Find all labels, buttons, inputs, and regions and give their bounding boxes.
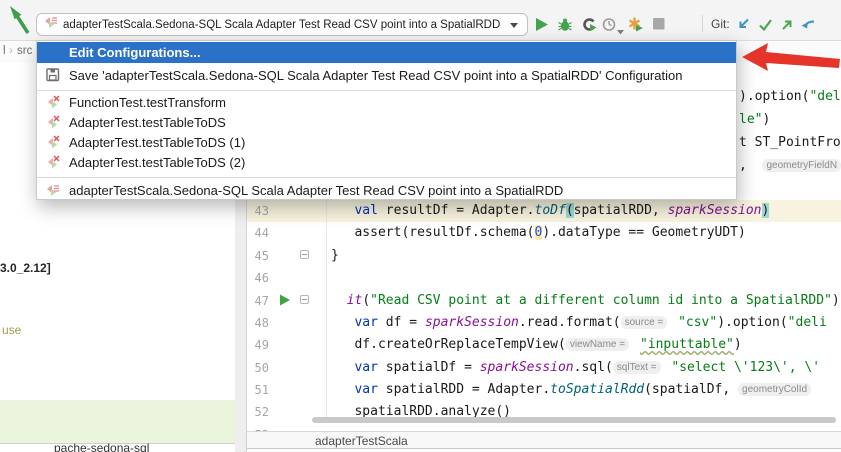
green-arrow-annotation: [4, 3, 34, 42]
run-configuration-label: adapterTestScala.Sedona-SQL Scala Adapte…: [63, 19, 503, 31]
project-selection-highlight: [0, 400, 235, 443]
line-number: 48: [243, 312, 269, 334]
toolbar-separator: [702, 15, 703, 32]
menu-item-adaptertest-testtabletods-2[interactable]: AdapterTest.testTableToDS (2): [37, 152, 736, 172]
line-number: 50: [243, 357, 269, 379]
code-line-47[interactable]: it("Read CSV point at a different column…: [331, 290, 840, 312]
line-number: 44: [243, 222, 269, 244]
line-number: 45: [243, 245, 269, 267]
profiler-button[interactable]: [602, 17, 617, 32]
menu-separator: [37, 177, 736, 178]
line-number: 51: [243, 379, 269, 401]
line-number: 49: [243, 334, 269, 356]
breadcrumb-chevron-icon: ›: [9, 45, 13, 57]
run-button[interactable]: [535, 17, 550, 32]
scalatest-icon: [46, 183, 60, 197]
fold-marker-icon[interactable]: [300, 250, 309, 259]
git-update-button[interactable]: [736, 17, 751, 32]
code-line-44[interactable]: assert(resultDf.schema(0).dataType == Ge…: [331, 222, 746, 244]
debug-button[interactable]: [558, 17, 573, 32]
code-line-45[interactable]: }: [331, 245, 339, 267]
test-failed-icon: [46, 115, 60, 129]
line-number: 46: [243, 267, 269, 289]
menu-item-edit-configurations[interactable]: Edit Configurations...: [37, 42, 736, 63]
horizontal-scrollbar[interactable]: [312, 417, 836, 423]
code-fragment[interactable]: le"): [739, 109, 770, 131]
statusbar-path: pache-sedona-sql: [54, 441, 149, 452]
test-failed-icon: [46, 95, 60, 109]
test-failed-icon: [46, 135, 60, 149]
line-number: 47: [243, 290, 269, 312]
code-line-51[interactable]: var spatialRDD = Adapter.toSpatialRdd(sp…: [331, 379, 814, 401]
menu-item-functiontest-testtransform[interactable]: FunctionTest.testTransform: [37, 92, 736, 112]
code-fragment[interactable]: , geometryFieldN: [739, 155, 841, 177]
breadcrumb-src[interactable]: src: [17, 45, 32, 57]
editor-breadcrumb[interactable]: adapterTestScala: [315, 434, 408, 448]
menu-separator: [37, 90, 736, 91]
git-label: Git:: [711, 17, 730, 31]
code-line-49[interactable]: df.createOrReplaceTempView(viewName = "i…: [331, 334, 742, 356]
run-with-profiler-button[interactable]: [628, 17, 643, 32]
code-line-48[interactable]: var df = sparkSession.read.format(source…: [331, 312, 827, 334]
code-line-50[interactable]: var spatialDf = sparkSession.sql(sqlText…: [331, 357, 820, 379]
menu-item-save-configuration[interactable]: Save 'adapterTestScala.Sedona-SQL Scala …: [37, 63, 736, 87]
line-number: 43: [243, 200, 269, 222]
run-configuration-select[interactable]: adapterTestScala.Sedona-SQL Scala Adapte…: [36, 13, 528, 36]
stop-button: [652, 17, 667, 32]
git-push-button[interactable]: [780, 17, 795, 32]
git-commit-button[interactable]: [758, 17, 773, 32]
project-module-name: 3.0_2.12]: [0, 261, 51, 275]
code-fragment[interactable]: t ST_PointFro: [739, 132, 841, 154]
test-failed-icon: [46, 155, 60, 169]
run-test-gutter-icon[interactable]: [279, 293, 291, 311]
save-icon: [46, 68, 60, 82]
menu-item-adaptertest-testtabletods[interactable]: AdapterTest.testTableToDS: [37, 112, 736, 132]
project-excluded-folder[interactable]: use: [2, 323, 21, 337]
line-number: 52: [243, 401, 269, 423]
fold-marker-icon[interactable]: [300, 295, 309, 304]
run-configurations-menu: Edit Configurations... Save 'adapterTest…: [36, 40, 737, 200]
chevron-down-icon: [510, 16, 519, 34]
red-arrow-annotation: [738, 38, 841, 83]
breadcrumb-fragment: l: [3, 45, 6, 57]
code-fragment[interactable]: ).option("deli: [739, 86, 841, 108]
run-with-coverage-button[interactable]: [582, 17, 597, 32]
code-line-43[interactable]: val resultDf = Adapter.toDf(spatialRDD, …: [331, 200, 769, 222]
scalatest-config-icon: [44, 15, 58, 34]
ide-window: geospark-parent — adapterTestScala.scala…: [0, 0, 841, 452]
menu-item-adaptertest-testtabletods-1[interactable]: AdapterTest.testTableToDS (1): [37, 132, 736, 152]
menu-item-adaptertestscala-config[interactable]: adapterTestScala.Sedona-SQL Scala Adapte…: [37, 180, 736, 200]
git-rollback-button[interactable]: [800, 17, 815, 32]
